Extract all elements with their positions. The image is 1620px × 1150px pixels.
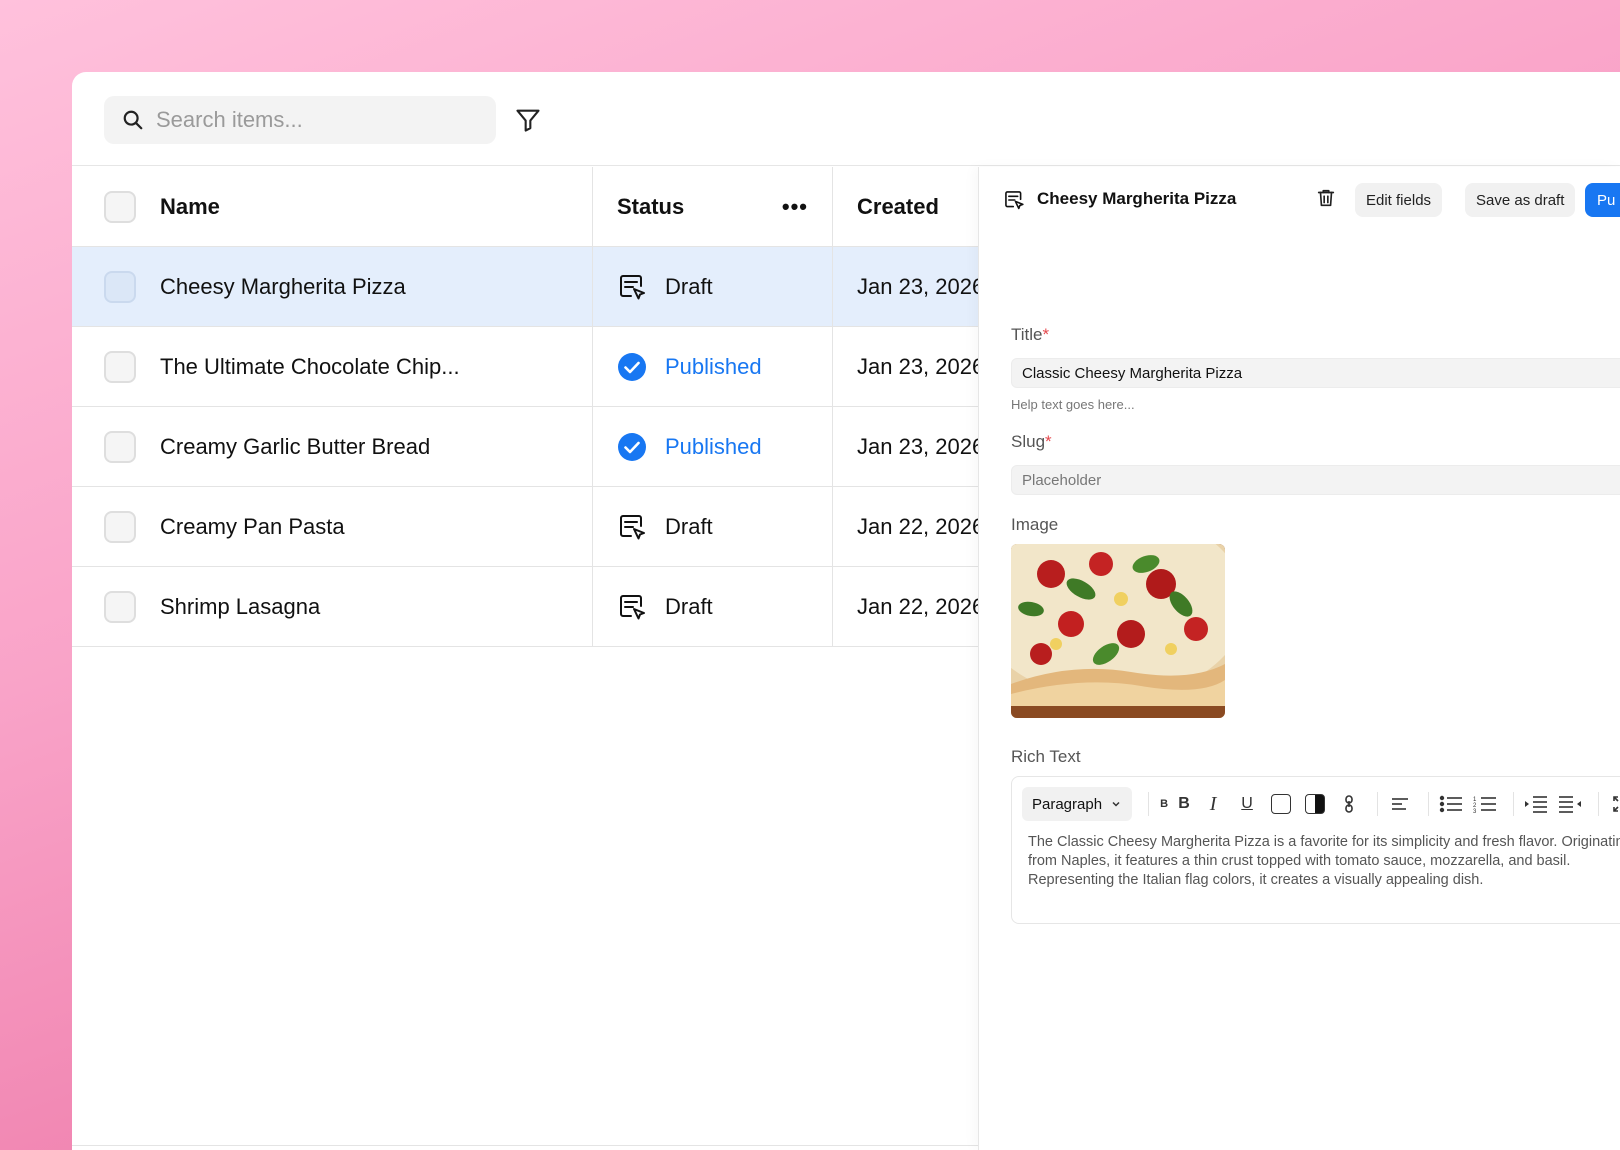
table-row[interactable]: Cheesy Margherita Pizza Draft Jan 23, 20…	[72, 247, 984, 327]
highlight-color-icon[interactable]	[1301, 790, 1329, 818]
align-left-icon[interactable]	[1386, 790, 1414, 818]
draft-icon	[1005, 191, 1024, 210]
divider	[72, 1145, 978, 1146]
row-status: Published	[592, 407, 832, 486]
save-draft-button[interactable]: Save as draft	[1465, 183, 1576, 217]
slug-label-text: Slug	[1011, 432, 1046, 451]
draft-icon	[620, 594, 645, 619]
bold-small-icon[interactable]: B	[1157, 790, 1171, 818]
row-status: Draft	[592, 487, 832, 566]
link-icon[interactable]	[1335, 790, 1363, 818]
paragraph-select-label: Paragraph	[1032, 795, 1103, 813]
row-checkbox[interactable]	[104, 270, 136, 303]
row-status: Draft	[592, 247, 832, 326]
row-name: Shrimp Lasagna	[160, 593, 321, 619]
status-label: Draft	[665, 513, 713, 539]
title-label: Title*	[1011, 325, 1049, 345]
column-name[interactable]: Name	[160, 167, 560, 246]
toolbar	[72, 72, 1620, 166]
check-circle-icon	[618, 352, 646, 381]
draft-icon	[620, 514, 645, 539]
chevron-down-icon	[1112, 801, 1120, 807]
bold-icon[interactable]: B	[1175, 790, 1193, 818]
row-created: Jan 22, 2026	[832, 487, 984, 566]
table-row[interactable]: Shrimp Lasagna Draft Jan 22, 2026	[72, 567, 984, 647]
row-created: Jan 23, 2026	[832, 247, 984, 326]
row-name: The Ultimate Chocolate Chip...	[160, 353, 460, 379]
required-mark: *	[1045, 432, 1052, 451]
row-status: Published	[592, 327, 832, 406]
status-label: Draft	[665, 273, 713, 299]
search-icon	[123, 110, 143, 130]
row-created: Jan 22, 2026	[832, 567, 984, 646]
numbered-list-icon[interactable]: 123	[1471, 790, 1499, 818]
column-created[interactable]: Created	[832, 167, 978, 246]
rich-text-editor[interactable]: Paragraph B B I U 123 The Classic Cheesy…	[1011, 776, 1620, 924]
table-row[interactable]: Creamy Pan Pasta Draft Jan 22, 2026	[72, 487, 984, 567]
outdent-icon[interactable]	[1556, 790, 1584, 818]
table-row[interactable]: Creamy Garlic Butter Bread Published Jan…	[72, 407, 984, 487]
rich-text-label: Rich Text	[1011, 747, 1081, 766]
title-input[interactable]: Classic Cheesy Margherita Pizza	[1011, 358, 1620, 388]
items-table: Name Status ••• Created Cheesy Margherit…	[72, 167, 984, 647]
select-all-checkbox[interactable]	[104, 190, 136, 223]
row-checkbox[interactable]	[104, 510, 136, 543]
panel-header: Cheesy Margherita Pizza Edit fields Save…	[979, 167, 1620, 231]
svg-text:3: 3	[1473, 809, 1477, 813]
slug-label: Slug*	[1011, 432, 1052, 452]
underline-icon[interactable]: U	[1233, 790, 1261, 818]
row-checkbox[interactable]	[104, 590, 136, 623]
search-input[interactable]	[156, 107, 476, 133]
editor-panel: Cheesy Margherita Pizza Edit fields Save…	[978, 167, 1620, 1150]
status-label: Published	[665, 433, 762, 459]
app-window: Name Status ••• Created Cheesy Margherit…	[72, 72, 1620, 1150]
slug-input[interactable]: Placeholder	[1011, 465, 1620, 495]
indent-icon[interactable]	[1522, 790, 1550, 818]
edit-fields-button[interactable]: Edit fields	[1355, 183, 1443, 217]
row-name: Creamy Garlic Butter Bread	[160, 433, 431, 459]
image-label: Image	[1011, 515, 1059, 534]
trash-icon[interactable]	[1315, 187, 1337, 209]
filter-icon[interactable]	[514, 106, 542, 134]
draft-icon	[620, 274, 645, 299]
fullscreen-icon[interactable]	[1607, 790, 1620, 818]
row-created: Jan 23, 2026	[832, 407, 984, 486]
text-color-icon[interactable]	[1267, 790, 1295, 818]
column-status-label: Status	[617, 193, 685, 219]
row-checkbox[interactable]	[104, 430, 136, 463]
table-row[interactable]: The Ultimate Chocolate Chip... Published…	[72, 327, 984, 407]
row-status: Draft	[592, 567, 832, 646]
row-checkbox[interactable]	[104, 350, 136, 383]
row-name: Cheesy Margherita Pizza	[160, 273, 406, 299]
required-mark: *	[1042, 325, 1050, 344]
pizza-image[interactable]	[1011, 544, 1225, 718]
paragraph-select[interactable]: Paragraph	[1022, 787, 1133, 821]
row-name: Creamy Pan Pasta	[160, 513, 345, 539]
help-text: Help text goes here...	[1011, 397, 1135, 412]
search-box[interactable]	[104, 96, 496, 144]
italic-icon[interactable]: I	[1199, 790, 1227, 818]
bullet-list-icon[interactable]	[1437, 790, 1465, 818]
status-label: Draft	[665, 593, 713, 619]
rich-text-toolbar: Paragraph B B I U 123	[1022, 787, 1620, 821]
check-circle-icon	[618, 432, 646, 461]
panel-title: Cheesy Margherita Pizza	[1037, 189, 1237, 208]
row-created: Jan 23, 2026	[832, 327, 984, 406]
rich-text-content[interactable]: The Classic Cheesy Margherita Pizza is a…	[1028, 833, 1620, 890]
title-label-text: Title	[1011, 325, 1043, 344]
more-icon[interactable]: •••	[782, 194, 808, 220]
table-header: Name Status ••• Created	[72, 167, 978, 247]
status-label: Published	[665, 353, 762, 379]
publish-button[interactable]: Pu	[1585, 183, 1620, 217]
column-status[interactable]: Status •••	[592, 167, 832, 246]
